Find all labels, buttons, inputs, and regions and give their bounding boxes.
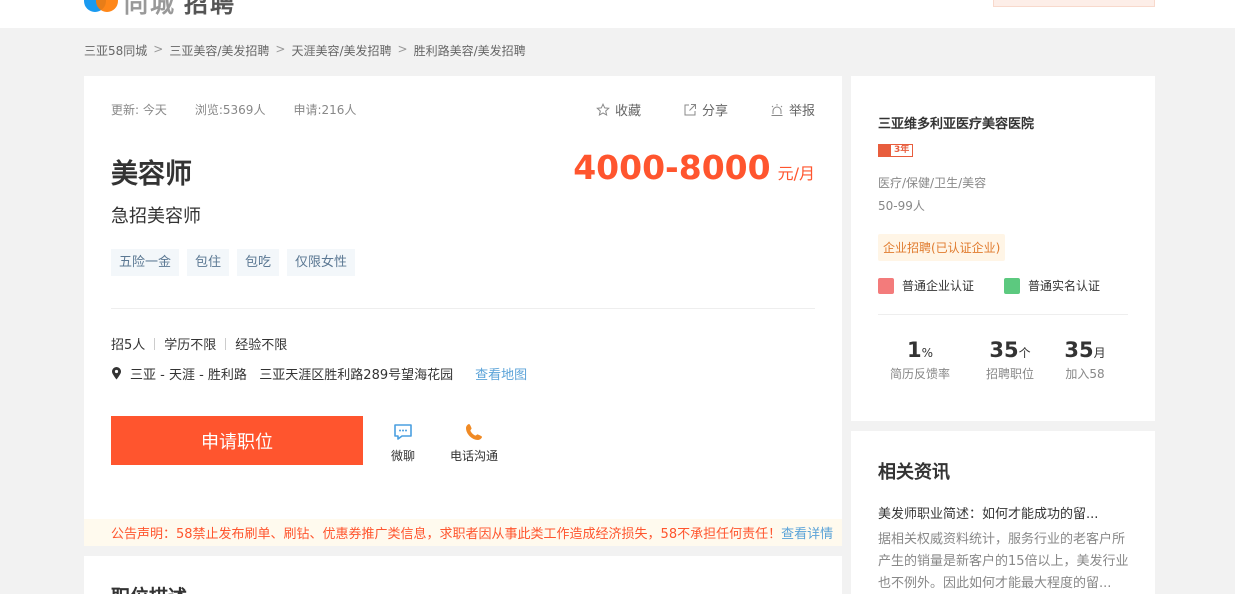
job-title: 美容师 bbox=[111, 159, 192, 190]
separator bbox=[154, 337, 156, 350]
stat-label: 简历反馈率 bbox=[889, 367, 950, 381]
news-title-link[interactable]: 美发师职业简述：如何才能成功的留... bbox=[878, 503, 1098, 522]
enterprise-verification: 普通企业认证 bbox=[878, 277, 974, 294]
announcement-bar: 公告声明：58禁止发布刷单、刷钻、优惠券推广类信息，求职者因从事此类工作造成经济… bbox=[84, 519, 842, 546]
view-map-link[interactable]: 查看地图 bbox=[475, 364, 527, 383]
breadcrumb-item[interactable]: 胜利路美容/美发招聘 bbox=[414, 42, 526, 59]
breadcrumb: 三亚58同城 > 三亚美容/美发招聘 > 天涯美容/美发招聘 > 胜利路美容/美… bbox=[84, 42, 526, 59]
company-card: 三亚维多利亚医疗美容医院 3年 医疗/保健/卫生/美容 50-99人 企业招聘(… bbox=[851, 76, 1155, 421]
welfare-tag: 五险一金 bbox=[111, 249, 180, 276]
salary: 4000-8000 元/月 bbox=[573, 148, 815, 187]
share-button[interactable]: 分享 bbox=[683, 100, 728, 119]
job-detail-card: 更新: 今天 浏览:5369人 申请:216人 收藏 分享 举报 美容师 400… bbox=[84, 76, 842, 546]
breadcrumb-item[interactable]: 天涯美容/美发招聘 bbox=[291, 42, 391, 59]
report-icon bbox=[770, 103, 784, 117]
related-news-card: 相关资讯 美发师职业简述：如何才能成功的留... 据相关权威资料统计，服务行业的… bbox=[851, 431, 1155, 594]
membership-years-badge: 3年 bbox=[878, 144, 914, 157]
breadcrumb-item[interactable]: 三亚美容/美发招聘 bbox=[169, 42, 269, 59]
job-subtitle: 急招美容师 bbox=[111, 206, 201, 227]
company-name[interactable]: 三亚维多利亚医疗美容医院 bbox=[878, 113, 1034, 132]
realname-verification: 普通实名认证 bbox=[1004, 277, 1100, 294]
breadcrumb-separator: > bbox=[275, 42, 286, 56]
stat-value: 35月 bbox=[1064, 338, 1106, 362]
certification-badge: 企业招聘(已认证企业) bbox=[878, 234, 1006, 261]
stat-joined: 35月 加入58 bbox=[1050, 338, 1120, 382]
share-icon bbox=[683, 103, 697, 117]
description-title: 职位描述 bbox=[111, 582, 187, 594]
job-description-card: 职位描述 bbox=[84, 556, 842, 594]
top-right-button[interactable] bbox=[993, 0, 1155, 7]
breadcrumb-separator: > bbox=[153, 42, 164, 56]
stat-label: 招聘职位 bbox=[985, 367, 1034, 381]
announcement-text: 公告声明：58禁止发布刷单、刷钻、优惠券推广类信息，求职者因从事此类工作造成经济… bbox=[111, 527, 782, 542]
stat-open-positions: 35个 招聘职位 bbox=[975, 338, 1045, 382]
top-bar: 同城 招聘 bbox=[0, 0, 1235, 28]
phone-button[interactable]: 电话沟通 bbox=[441, 422, 507, 464]
company-size: 50-99人 bbox=[878, 199, 925, 213]
membership-icon bbox=[879, 145, 891, 156]
company-industry: 医疗/保健/卫生/美容 bbox=[878, 176, 987, 190]
divider bbox=[111, 308, 815, 309]
apply-button[interactable]: 申请职位 bbox=[111, 416, 363, 465]
enterprise-cert-icon bbox=[878, 277, 894, 294]
welfare-tags: 五险一金 包住 包吃 仅限女性 bbox=[111, 249, 356, 276]
breadcrumb-item[interactable]: 三亚58同城 bbox=[84, 42, 147, 59]
chat-label: 微聊 bbox=[390, 449, 415, 463]
membership-years: 3年 bbox=[894, 145, 910, 155]
stat-feedback-rate: 1% 简历反馈率 bbox=[885, 338, 955, 382]
views-count: 浏览:5369人 bbox=[194, 103, 266, 117]
logo-text: 同城 招聘 bbox=[124, 0, 236, 18]
experience-requirement: 经验不限 bbox=[235, 338, 288, 353]
divider bbox=[878, 314, 1128, 315]
separator bbox=[225, 337, 227, 350]
welfare-tag: 仅限女性 bbox=[287, 249, 356, 276]
welfare-tag: 包吃 bbox=[237, 249, 280, 276]
stat-value: 35个 bbox=[989, 338, 1031, 362]
news-heading: 相关资讯 bbox=[878, 462, 950, 483]
star-icon bbox=[596, 102, 610, 117]
breadcrumb-separator: > bbox=[397, 42, 408, 56]
share-label: 分享 bbox=[701, 104, 728, 119]
stat-value: 1% bbox=[906, 338, 934, 362]
report-label: 举报 bbox=[788, 104, 815, 119]
location-pin-icon bbox=[112, 367, 121, 380]
news-excerpt: 据相关权威资料统计，服务行业的老客户所产生的销量是新客户的15倍以上，美发行业也… bbox=[878, 532, 1129, 591]
logo-icon bbox=[84, 0, 118, 12]
phone-icon bbox=[466, 424, 482, 440]
favorite-button[interactable]: 收藏 bbox=[596, 100, 641, 119]
education-requirement: 学历不限 bbox=[164, 338, 217, 353]
announcement-more-link[interactable]: 查看详情 bbox=[781, 523, 833, 542]
job-requirements: 招5人 学历不限 经验不限 bbox=[111, 334, 287, 353]
realname-cert-icon bbox=[1004, 277, 1020, 294]
job-address: 三亚 - 天涯 - 胜利路 三亚天涯区胜利路289号望海花园 查看地图 bbox=[111, 364, 527, 383]
job-actions: 收藏 分享 举报 bbox=[596, 100, 815, 119]
phone-label: 电话沟通 bbox=[449, 449, 498, 463]
favorite-label: 收藏 bbox=[614, 104, 641, 119]
updated-text: 更新: 今天 bbox=[111, 103, 167, 117]
chat-icon bbox=[394, 424, 412, 440]
welfare-tag: 包住 bbox=[187, 249, 230, 276]
stat-label: 加入58 bbox=[1065, 367, 1105, 381]
headcount: 招5人 bbox=[111, 338, 146, 353]
site-logo[interactable]: 同城 招聘 bbox=[84, 0, 236, 18]
job-meta: 更新: 今天 浏览:5369人 申请:216人 bbox=[111, 101, 356, 118]
enterprise-cert-label: 普通企业认证 bbox=[902, 279, 975, 293]
realname-cert-label: 普通实名认证 bbox=[1028, 279, 1101, 293]
chat-button[interactable]: 微聊 bbox=[367, 422, 439, 464]
salary-unit: 元/月 bbox=[777, 164, 815, 183]
salary-range: 4000-8000 bbox=[573, 148, 771, 187]
report-button[interactable]: 举报 bbox=[770, 100, 815, 119]
applied-count: 申请:216人 bbox=[293, 103, 357, 117]
address-text: 三亚 - 天涯 - 胜利路 三亚天涯区胜利路289号望海花园 bbox=[130, 368, 454, 383]
